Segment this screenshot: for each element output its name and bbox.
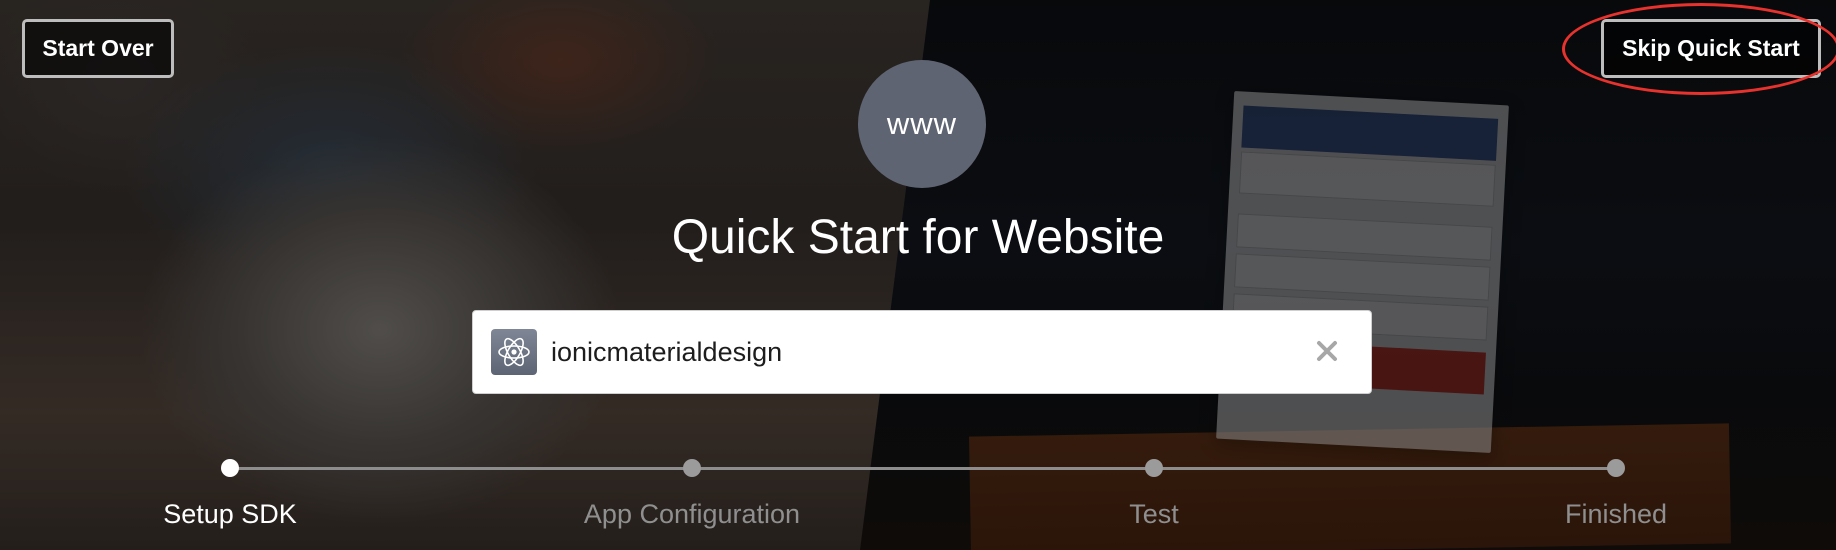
platform-badge-text: www xyxy=(886,106,958,141)
selected-app-name: ionicmaterialdesign xyxy=(551,336,783,367)
skip-quick-start-button[interactable]: Skip Quick Start xyxy=(1601,19,1821,78)
step-dot xyxy=(221,459,239,477)
step-finished[interactable]: Finished xyxy=(1466,459,1766,530)
start-over-button[interactable]: Start Over xyxy=(22,19,174,78)
step-dot xyxy=(683,459,701,477)
step-setup-sdk[interactable]: Setup SDK xyxy=(80,459,380,530)
close-icon[interactable] xyxy=(1311,335,1343,367)
step-dot xyxy=(1145,459,1163,477)
page-title: Quick Start for Website xyxy=(671,211,1165,264)
atom-icon xyxy=(491,329,537,375)
step-app-configuration[interactable]: App Configuration xyxy=(542,459,842,530)
step-label: Finished xyxy=(1564,499,1668,529)
step-label: Setup SDK xyxy=(163,499,297,529)
app-selector[interactable]: ionicmaterialdesign xyxy=(472,310,1372,394)
website-platform-icon: www xyxy=(858,60,986,188)
step-test[interactable]: Test xyxy=(1004,459,1304,530)
step-label: Test xyxy=(1129,499,1179,529)
stepper-track xyxy=(230,467,1616,470)
step-dot xyxy=(1607,459,1625,477)
step-label: App Configuration xyxy=(583,499,801,529)
